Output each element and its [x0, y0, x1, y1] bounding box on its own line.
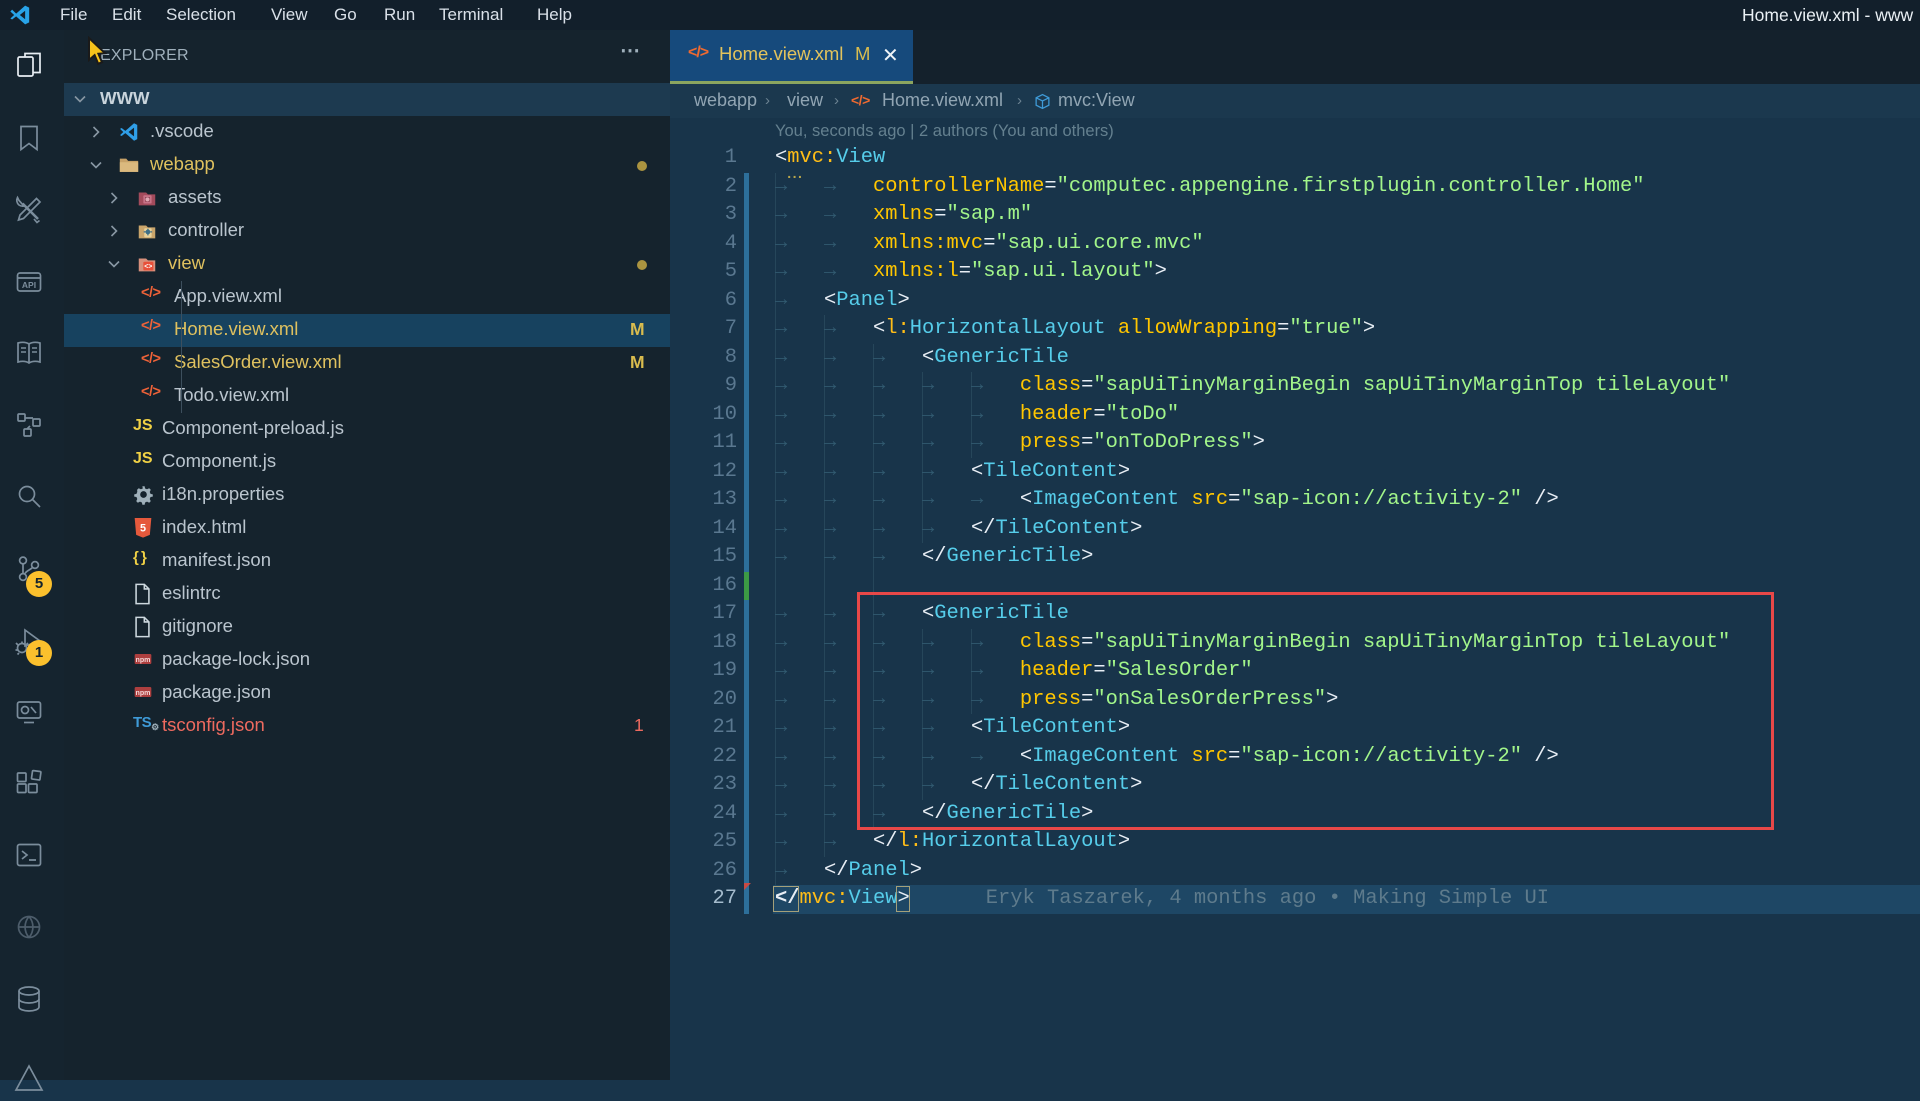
- svg-text:npm: npm: [136, 656, 151, 664]
- svg-text:<>: <>: [144, 264, 152, 271]
- svg-text:API: API: [22, 280, 36, 290]
- svg-text:npm: npm: [136, 689, 151, 697]
- svg-text:5: 5: [140, 523, 146, 535]
